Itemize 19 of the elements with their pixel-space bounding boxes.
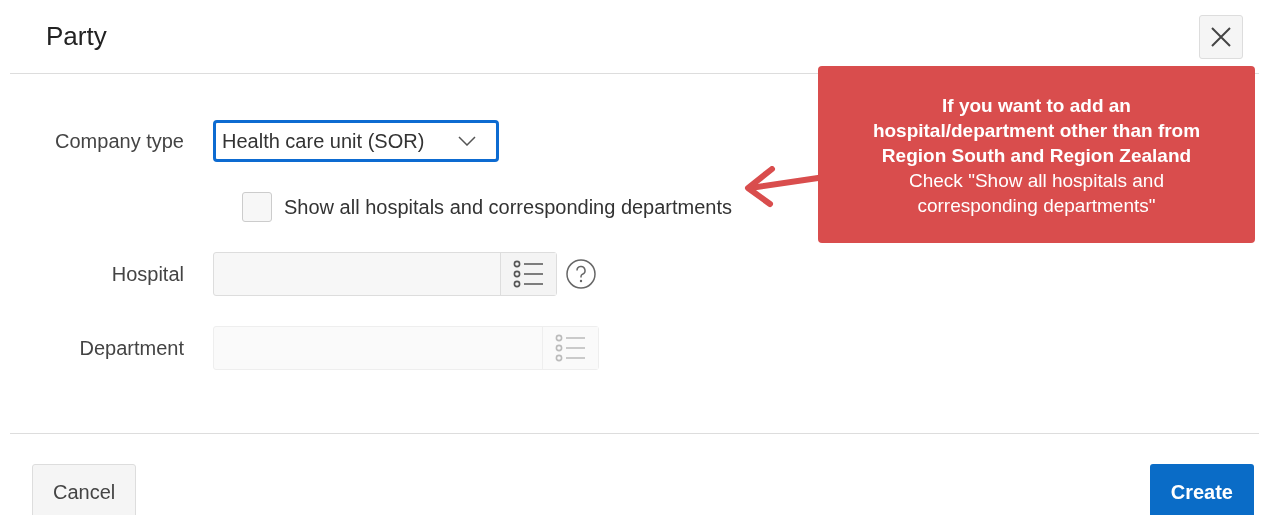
field-label: Company type: [54, 129, 185, 154]
list-icon: [554, 334, 587, 362]
dialog-title: Party: [46, 20, 107, 53]
chevron-down-icon: [458, 136, 476, 146]
help-icon[interactable]: [565, 258, 597, 290]
create-button[interactable]: Create: [1149, 464, 1254, 515]
field-label: Department: [78, 336, 185, 361]
list-button[interactable]: [500, 253, 556, 295]
checkbox[interactable]: [242, 192, 272, 222]
callout-text: Check "Show all hospitals and corresponding departments": [908, 169, 1165, 218]
field-label: Hospital: [110, 262, 185, 287]
cancel-button[interactable]: Cancel: [32, 464, 137, 515]
list-icon: [512, 260, 545, 288]
close-button[interactable]: [1199, 14, 1243, 59]
checkbox-label: Show all hospitals and corresponding departments: [284, 195, 733, 220]
close-icon: [1210, 26, 1232, 49]
select-field[interactable]: Health care unit (SOR): [213, 120, 499, 162]
callout-heading: If you want to add an hospital/department other than from Region South and Region Zealand: [871, 94, 1202, 168]
lookup-field[interactable]: [213, 252, 557, 296]
